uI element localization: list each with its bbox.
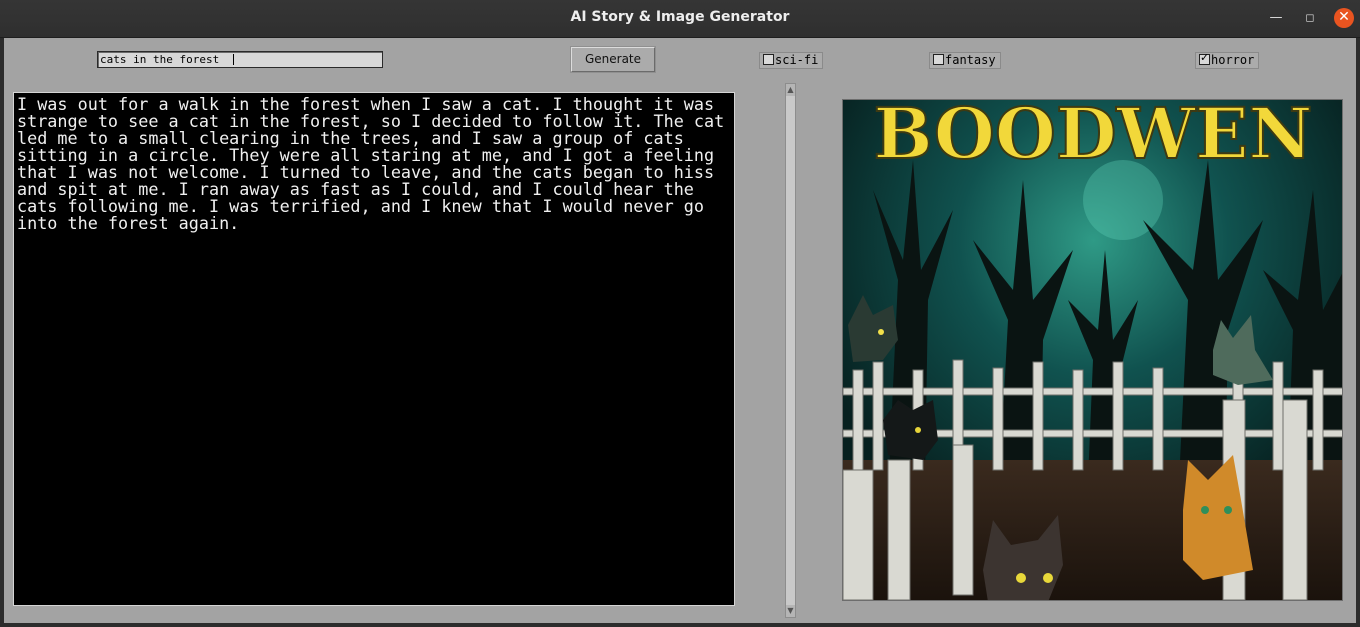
prompt-input-value: cats in the forest <box>100 53 226 66</box>
generate-button[interactable]: Generate <box>571 47 655 72</box>
scifi-checkbox[interactable]: sci-fi <box>759 52 824 69</box>
text-cursor <box>233 54 234 65</box>
scifi-checkbox-box[interactable] <box>763 54 774 65</box>
maximize-button[interactable]: ◻ <box>1300 8 1320 28</box>
horror-checkbox-box[interactable]: ✓ <box>1199 51 1210 65</box>
story-text: I was out for a walk in the forest when … <box>17 94 735 233</box>
window-title: AI Story & Image Generator <box>570 9 790 25</box>
cat-shape <box>883 400 938 460</box>
fantasy-label: fantasy <box>945 53 996 67</box>
image-banner-text: BOODWEN <box>873 100 1312 175</box>
horror-checkbox[interactable]: ✓ horror <box>1195 51 1260 69</box>
scroll-down-arrow-icon[interactable]: ▼ <box>786 605 795 617</box>
generated-image: BOODWEN <box>842 99 1343 601</box>
story-scrollbar[interactable]: ▲ ▼ <box>785 83 796 618</box>
scifi-label: sci-fi <box>775 53 819 67</box>
checkmark-icon: ✓ <box>1200 51 1210 64</box>
window-bottom-edge <box>0 623 1360 627</box>
title-bar: AI Story & Image Generator — ◻ ✕ <box>0 0 1360 38</box>
fantasy-checkbox[interactable]: fantasy <box>929 52 1001 69</box>
horror-label: horror <box>1211 53 1255 67</box>
story-textbox[interactable]: I was out for a walk in the forest when … <box>13 92 735 606</box>
prompt-input[interactable]: cats in the forest <box>97 51 383 68</box>
horror-cats-illustration: BOODWEN <box>843 100 1342 600</box>
close-button[interactable]: ✕ <box>1334 8 1354 28</box>
scroll-up-arrow-icon[interactable]: ▲ <box>786 84 795 96</box>
fantasy-checkbox-box[interactable] <box>933 54 944 65</box>
minimize-button[interactable]: — <box>1266 8 1286 28</box>
